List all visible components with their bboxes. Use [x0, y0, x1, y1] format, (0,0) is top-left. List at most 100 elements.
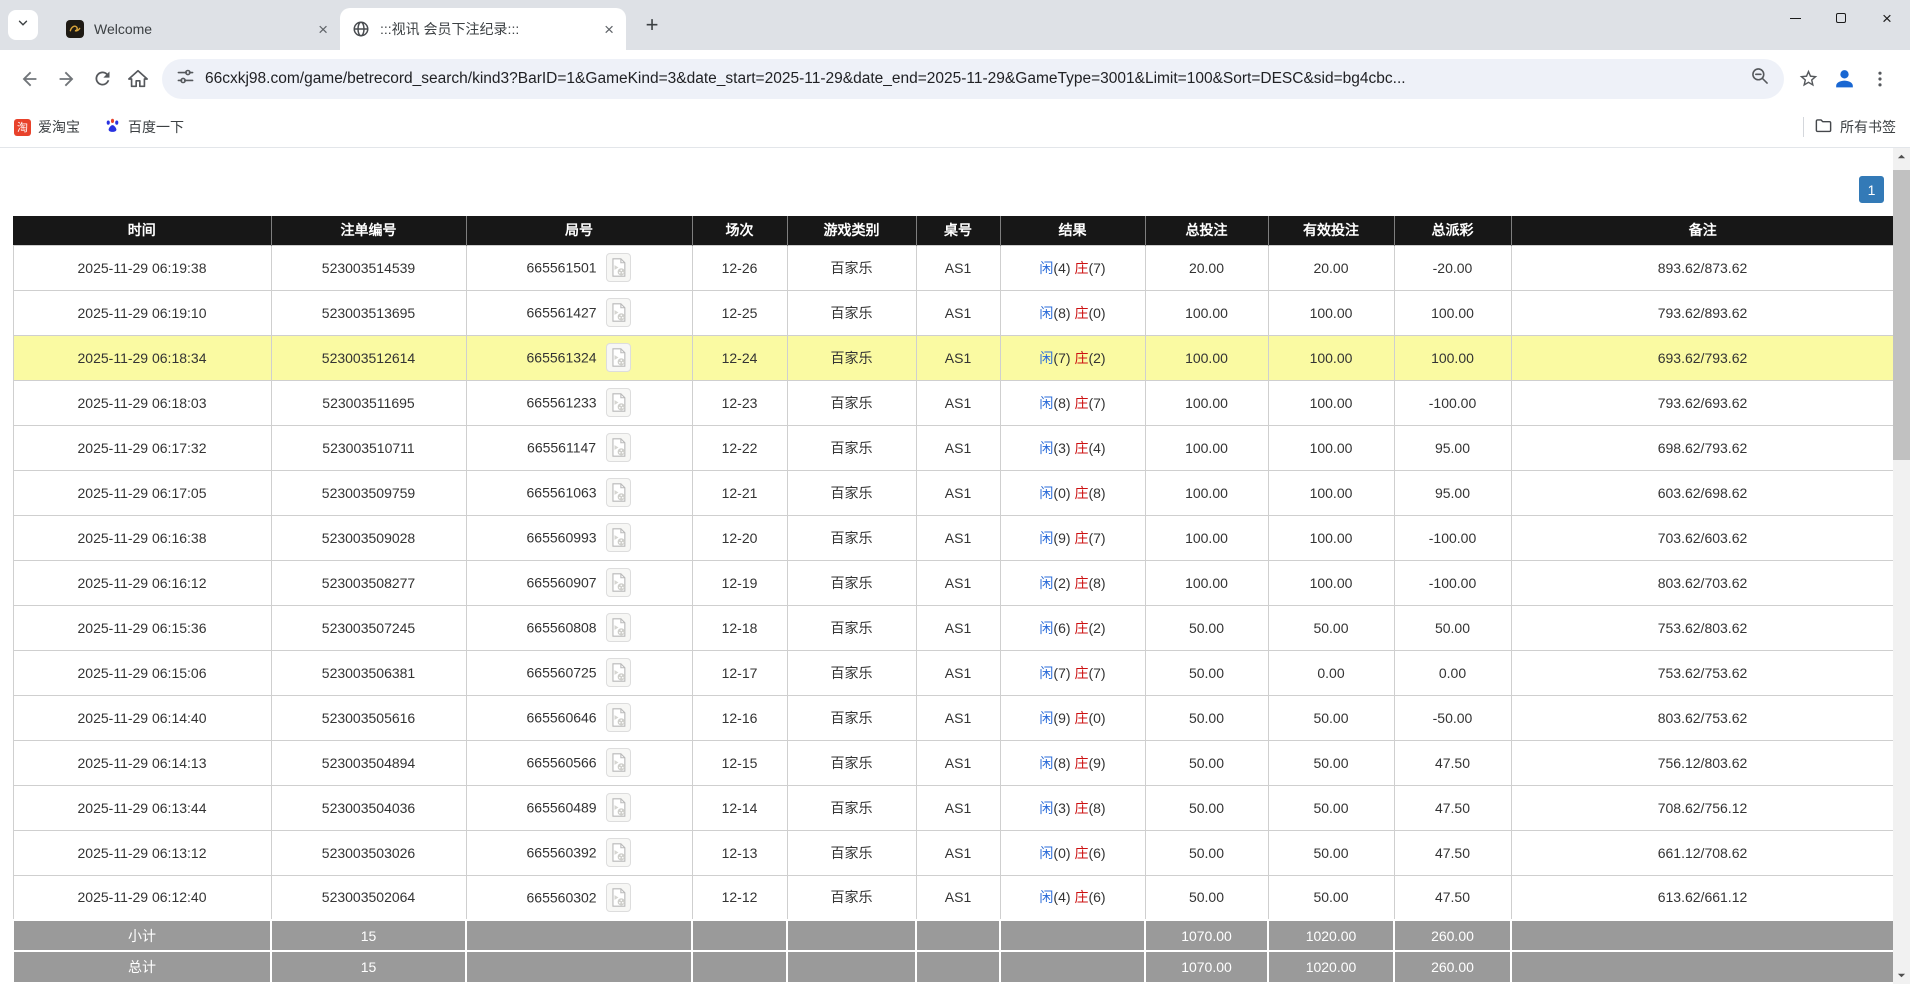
header-total-bet: 总投注 [1145, 216, 1268, 245]
cell-result: 闲(4) 庄(6) [1000, 875, 1145, 920]
cell-round-id: 665560993 [466, 515, 692, 560]
table-row: 2025-11-29 06:18:34 523003512614 6655613… [13, 335, 1894, 380]
cell-valid-bet: 50.00 [1268, 830, 1394, 875]
bookmark-taobao[interactable]: 淘 爱淘宝 [14, 117, 80, 137]
tab-close-icon[interactable]: × [604, 21, 614, 38]
divider [1803, 117, 1804, 137]
url-text[interactable]: 66cxkj98.com/game/betrecord_search/kind3… [205, 70, 1750, 88]
player-label: 闲 [1039, 485, 1053, 501]
cell-total-bet: 100.00 [1145, 290, 1268, 335]
scrollbar-thumb[interactable] [1893, 170, 1910, 460]
header-result: 结果 [1000, 216, 1145, 245]
cell-game-type: 百家乐 [787, 785, 916, 830]
video-playback-button[interactable] [606, 478, 631, 507]
video-playback-button[interactable] [606, 253, 631, 282]
header-note: 备注 [1511, 216, 1894, 245]
new-tab-button[interactable]: + [636, 9, 668, 41]
zoom-out-page-icon[interactable] [1750, 66, 1770, 91]
player-label: 闲 [1039, 575, 1053, 591]
video-playback-button[interactable] [606, 703, 631, 732]
video-file-icon [610, 528, 627, 547]
pagination-page-1[interactable]: 1 [1859, 176, 1884, 203]
cell-bet-id: 523003513695 [271, 290, 466, 335]
cell-valid-bet: 0.00 [1268, 650, 1394, 695]
forward-icon [55, 68, 77, 90]
round-number: 665561501 [527, 260, 601, 276]
video-playback-button[interactable] [606, 298, 631, 327]
video-playback-button[interactable] [606, 568, 631, 597]
cell-time: 2025-11-29 06:19:38 [13, 245, 271, 290]
cell-result: 闲(8) 庄(0) [1000, 290, 1145, 335]
cell-total-bet: 50.00 [1145, 875, 1268, 920]
round-number: 665560392 [527, 845, 601, 861]
video-playback-button[interactable] [606, 883, 631, 912]
cell-game-type: 百家乐 [787, 560, 916, 605]
video-playback-button[interactable] [606, 343, 631, 372]
cell-round-id: 665560566 [466, 740, 692, 785]
scroll-down-arrow-icon[interactable] [1893, 967, 1910, 984]
tab-close-icon[interactable]: × [318, 21, 328, 38]
header-payout: 总派彩 [1394, 216, 1511, 245]
cell-time: 2025-11-29 06:12:40 [13, 875, 271, 920]
bookmarks-right: 所有书签 [1803, 116, 1896, 138]
baidu-paw-icon [104, 117, 121, 137]
player-label: 闲 [1039, 620, 1053, 636]
video-file-icon [610, 348, 627, 367]
scroll-up-arrow-icon[interactable] [1893, 148, 1910, 165]
player-label: 闲 [1039, 710, 1053, 726]
grandtotal-label: 总计 [13, 951, 271, 982]
video-playback-button[interactable] [606, 388, 631, 417]
profile-avatar[interactable] [1826, 61, 1862, 97]
cell-valid-bet: 100.00 [1268, 560, 1394, 605]
cell-round-id: 665560302 [466, 875, 692, 920]
banker-label: 庄 [1074, 350, 1088, 366]
maximize-button[interactable] [1818, 0, 1864, 36]
cell-table-no: AS1 [916, 785, 1000, 830]
round-number: 665560993 [527, 530, 601, 546]
player-label: 闲 [1039, 305, 1053, 321]
minimize-button[interactable] [1772, 0, 1818, 36]
cell-result: 闲(4) 庄(7) [1000, 245, 1145, 290]
cell-note: 693.62/793.62 [1511, 335, 1894, 380]
all-bookmarks-button[interactable]: 所有书签 [1814, 116, 1896, 138]
cell-bet-id: 523003509028 [271, 515, 466, 560]
cell-bet-id: 523003509759 [271, 470, 466, 515]
reload-button[interactable] [84, 61, 120, 97]
cell-note: 753.62/753.62 [1511, 650, 1894, 695]
video-playback-button[interactable] [606, 433, 631, 462]
grandtotal-row: 总计 15 1070.00 1020.00 260.00 [13, 951, 1894, 982]
close-button[interactable]: × [1864, 0, 1910, 36]
banker-label: 庄 [1074, 305, 1088, 321]
video-file-icon [610, 753, 627, 772]
url-bar[interactable]: 66cxkj98.com/game/betrecord_search/kind3… [162, 59, 1784, 99]
home-button[interactable] [120, 61, 156, 97]
cell-round-id: 665560392 [466, 830, 692, 875]
video-playback-button[interactable] [606, 613, 631, 642]
video-playback-button[interactable] [606, 658, 631, 687]
back-button[interactable] [12, 61, 48, 97]
vertical-scrollbar[interactable] [1893, 148, 1910, 984]
forward-button[interactable] [48, 61, 84, 97]
cell-round-id: 665561147 [466, 425, 692, 470]
video-playback-button[interactable] [606, 793, 631, 822]
bookmark-star-button[interactable] [1790, 61, 1826, 97]
video-playback-button[interactable] [606, 523, 631, 552]
cell-result: 闲(9) 庄(7) [1000, 515, 1145, 560]
cell-result: 闲(8) 庄(9) [1000, 740, 1145, 785]
tab-betrecord[interactable]: :::视讯 会员下注纪录::: × [340, 8, 626, 50]
tab-search-button[interactable] [8, 10, 38, 40]
tab-welcome[interactable]: Welcome × [54, 8, 340, 50]
bookmark-baidu[interactable]: 百度一下 [104, 117, 184, 137]
site-info-icon[interactable] [176, 67, 195, 91]
cell-time: 2025-11-29 06:13:12 [13, 830, 271, 875]
menu-button[interactable] [1862, 61, 1898, 97]
player-label: 闲 [1039, 800, 1053, 816]
video-playback-button[interactable] [606, 838, 631, 867]
cell-valid-bet: 100.00 [1268, 335, 1394, 380]
cell-round-id: 665560489 [466, 785, 692, 830]
video-playback-button[interactable] [606, 748, 631, 777]
cell-bet-id: 523003502064 [271, 875, 466, 920]
banker-label: 庄 [1074, 260, 1088, 276]
cell-payout: -100.00 [1394, 560, 1511, 605]
cell-total-bet: 100.00 [1145, 425, 1268, 470]
